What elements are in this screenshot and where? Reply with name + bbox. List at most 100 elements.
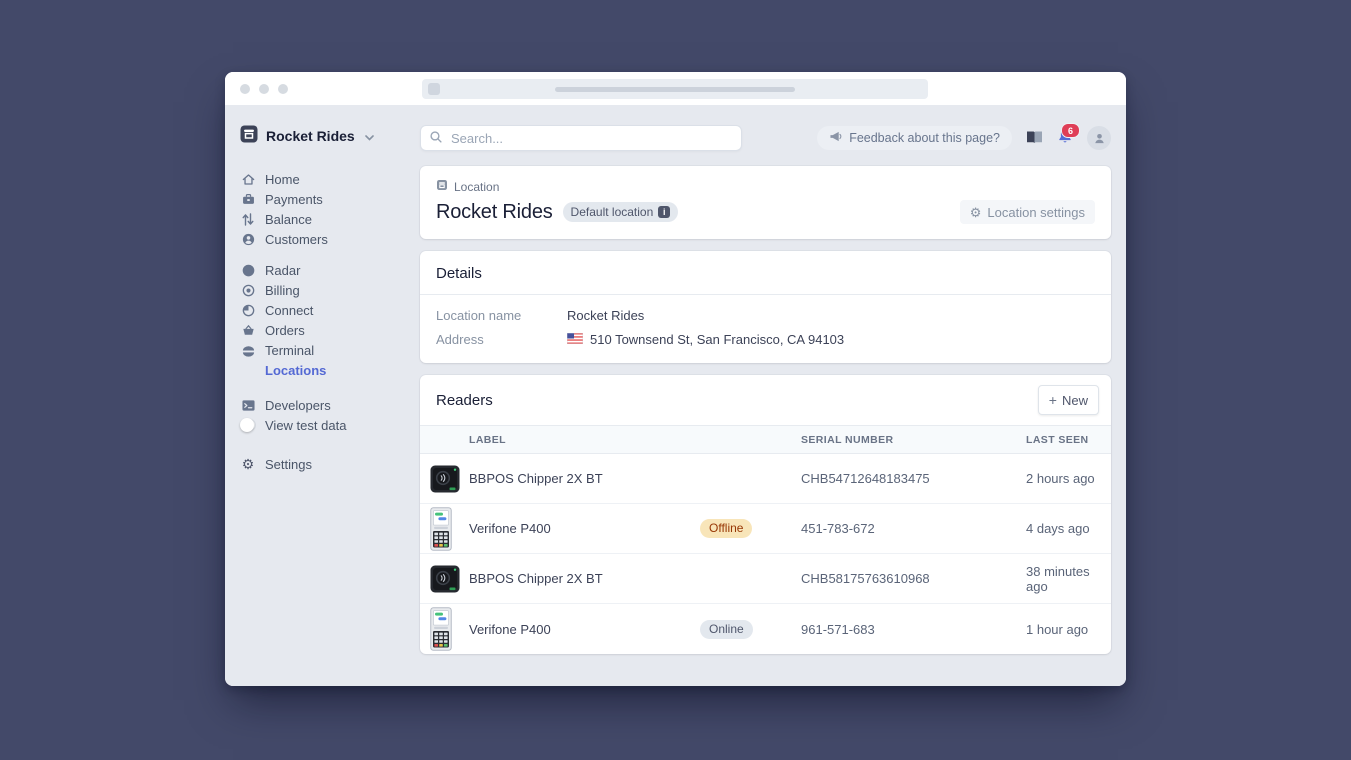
readers-table-header: LABEL SERIAL NUMBER LAST SEEN (420, 425, 1111, 454)
reader-label: Verifone P400 (469, 622, 700, 637)
reader-last-seen: 4 days ago (1026, 521, 1111, 536)
table-row[interactable]: Verifone P400 Online 961-571-683 1 hour … (420, 604, 1111, 654)
chevron-down-icon (365, 128, 374, 144)
column-label: LABEL (469, 434, 801, 446)
favicon-placeholder (428, 83, 440, 95)
docs-book-icon[interactable] (1026, 130, 1043, 147)
table-row[interactable]: BBPOS Chipper 2X BT CHB58175763610968 38… (420, 554, 1111, 604)
address-bar[interactable] (422, 79, 928, 99)
readers-heading: Readers (420, 388, 509, 413)
home-icon (240, 172, 256, 187)
search-field[interactable] (449, 130, 732, 147)
details-card: Details Location name Rocket Rides Addre… (420, 251, 1111, 363)
sidebar-item-balance[interactable]: Balance (240, 209, 420, 229)
reader-serial: 451-783-672 (801, 521, 1026, 536)
details-heading: Details (420, 251, 1111, 295)
reader-last-seen: 2 hours ago (1026, 471, 1111, 486)
sidebar-item-orders[interactable]: Orders (240, 320, 420, 340)
reader-label: BBPOS Chipper 2X BT (469, 571, 700, 586)
account-name: Rocket Rides (266, 128, 355, 144)
feedback-button[interactable]: Feedback about this page? (817, 126, 1012, 150)
feedback-label: Feedback about this page? (849, 131, 1000, 145)
reader-last-seen: 1 hour ago (1026, 622, 1111, 637)
readers-card: Readers + New LABEL SERIAL NUMBER LAST S… (420, 375, 1111, 654)
breadcrumb[interactable]: Location (436, 179, 1095, 194)
sidebar-item-terminal[interactable]: Terminal (240, 340, 420, 360)
table-row[interactable]: BBPOS Chipper 2X BT CHB54712648183475 2 … (420, 454, 1111, 504)
location-settings-button[interactable]: ⚙ Location settings (960, 200, 1095, 224)
bbpos-reader-icon (430, 565, 469, 593)
column-serial-number: SERIAL NUMBER (801, 434, 1026, 446)
page-title: Rocket Rides (436, 201, 553, 224)
test-data-toggle[interactable] (240, 419, 256, 431)
sidebar-nav: Home Payments Balance Customers (240, 169, 420, 474)
url-placeholder-line (555, 87, 795, 92)
default-location-badge: Default location i (563, 202, 679, 222)
balance-icon (240, 212, 256, 227)
gear-icon: ⚙ (970, 206, 982, 219)
sidebar-item-home[interactable]: Home (240, 169, 420, 189)
sidebar-item-settings[interactable]: ⚙ Settings (240, 454, 420, 474)
user-avatar-icon[interactable] (1087, 126, 1111, 150)
sidebar-item-billing[interactable]: Billing (240, 280, 420, 300)
location-breadcrumb-icon (436, 179, 448, 194)
storefront-icon (240, 125, 258, 146)
search-icon (430, 131, 442, 146)
sidebar-item-payments[interactable]: Payments (240, 189, 420, 209)
payments-icon (240, 192, 256, 207)
status-badge: Offline (700, 519, 752, 538)
megaphone-icon (829, 131, 842, 145)
topbar: Feedback about this page? 6 (420, 125, 1111, 151)
sidebar-item-radar[interactable]: Radar (240, 260, 420, 280)
settings-gear-icon: ⚙ (240, 457, 256, 471)
notification-count-badge: 6 (1061, 123, 1080, 138)
detail-row-location-name: Location name Rocket Rides (436, 308, 1095, 323)
search-input[interactable] (420, 125, 742, 151)
browser-window: Rocket Rides Home Payments (225, 72, 1126, 686)
sidebar: Rocket Rides Home Payments (225, 105, 420, 686)
notifications-bell-icon[interactable]: 6 (1057, 128, 1073, 148)
customers-icon (240, 232, 256, 247)
verifone-reader-icon (430, 607, 469, 651)
reader-last-seen: 38 minutes ago (1026, 564, 1111, 594)
window-dot[interactable] (259, 84, 269, 94)
developers-icon (240, 399, 256, 412)
reader-serial: CHB58175763610968 (801, 571, 1026, 586)
detail-row-address: Address 510 Townsend St, San Francisco, … (436, 332, 1095, 347)
window-controls[interactable] (240, 84, 288, 94)
sidebar-item-locations[interactable]: Locations (240, 360, 420, 380)
terminal-icon (240, 344, 256, 357)
reader-label: BBPOS Chipper 2X BT (469, 471, 700, 486)
reader-serial: 961-571-683 (801, 622, 1026, 637)
column-last-seen: LAST SEEN (1026, 434, 1111, 446)
reader-serial: CHB54712648183475 (801, 471, 1026, 486)
dashboard-app: Rocket Rides Home Payments (225, 105, 1126, 686)
verifone-reader-icon (430, 507, 469, 551)
orders-icon (240, 323, 256, 338)
reader-label: Verifone P400 (469, 521, 700, 536)
status-badge: Online (700, 620, 753, 639)
window-dot[interactable] (240, 84, 250, 94)
location-name-value: Rocket Rides (567, 308, 644, 323)
info-icon[interactable]: i (658, 206, 670, 218)
billing-icon (240, 283, 256, 298)
location-header-card: Location Rocket Rides Default location i… (420, 166, 1111, 239)
address-label: Address (436, 332, 567, 347)
sidebar-item-connect[interactable]: Connect (240, 300, 420, 320)
address-value: 510 Townsend St, San Francisco, CA 94103 (590, 332, 844, 347)
account-switcher[interactable]: Rocket Rides (240, 125, 420, 146)
location-name-label: Location name (436, 308, 567, 323)
radar-icon (240, 263, 256, 278)
sidebar-item-customers[interactable]: Customers (240, 229, 420, 249)
window-dot[interactable] (278, 84, 288, 94)
table-row[interactable]: Verifone P400 Offline 451-783-672 4 days… (420, 504, 1111, 554)
connect-icon (240, 303, 256, 318)
browser-chrome (225, 72, 1126, 105)
plus-icon: + (1049, 393, 1057, 407)
sidebar-item-developers[interactable]: Developers (240, 395, 420, 415)
bbpos-reader-icon (430, 465, 469, 493)
sidebar-item-view-test-data[interactable]: View test data (240, 415, 420, 435)
us-flag-icon (567, 332, 583, 347)
main-content: Feedback about this page? 6 (420, 105, 1111, 686)
new-reader-button[interactable]: + New (1038, 385, 1099, 415)
